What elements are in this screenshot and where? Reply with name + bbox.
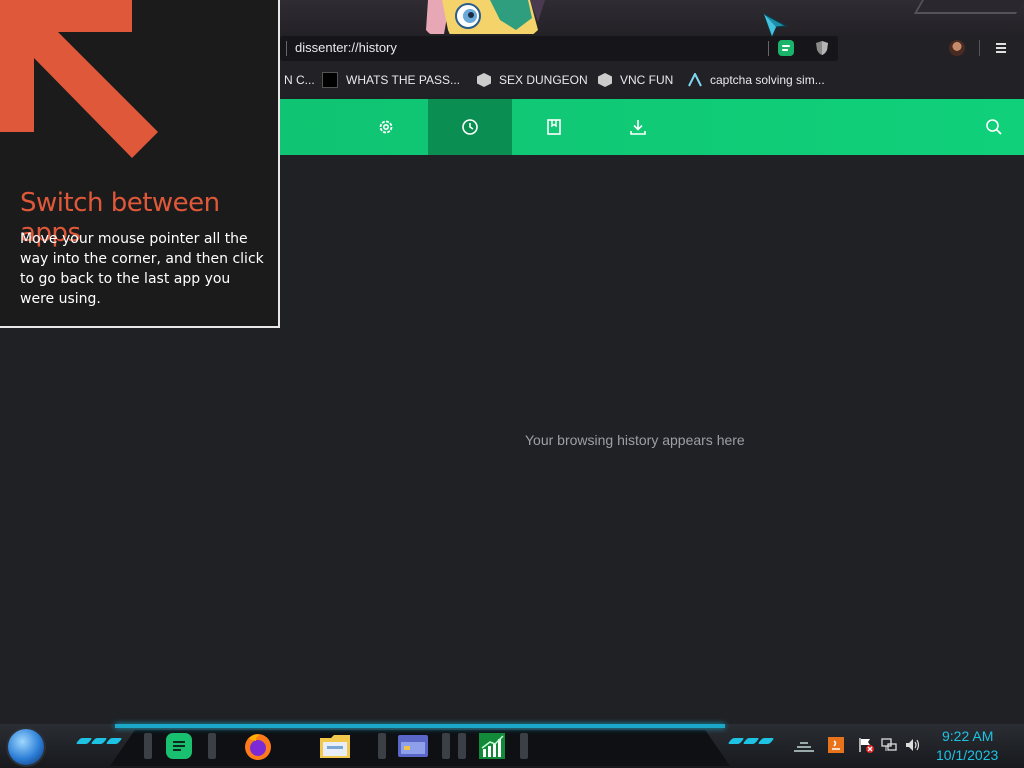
bookmark-label: captcha solving sim... [710, 73, 825, 87]
omnibox-divider [286, 41, 287, 56]
omnibox-divider [768, 41, 769, 56]
bookmark-book-icon [547, 119, 561, 135]
tip-body: Move your mouse pointer all the way into… [20, 231, 264, 307]
show-hidden-icons-icon[interactable] [792, 737, 816, 753]
taskbar-slot-divider [458, 733, 466, 759]
taskbar-slot-divider [144, 733, 152, 759]
stock-chart-icon[interactable] [476, 730, 508, 762]
bookmark-item[interactable]: N C... [284, 64, 315, 96]
taskbar-slot-divider [378, 733, 386, 759]
volume-icon[interactable] [905, 737, 921, 753]
bookmark-item[interactable]: WHATS THE PASS... [322, 64, 460, 96]
bookmark-label: SEX DUNGEON [499, 73, 588, 87]
chevron-decoration [727, 738, 775, 744]
history-button[interactable] [428, 99, 512, 155]
taskbar-slot-divider [520, 733, 528, 759]
address-bar[interactable]: dissenter://history [280, 36, 838, 61]
bookmark-label: VNC FUN [620, 73, 674, 87]
firefox-icon[interactable] [242, 730, 274, 762]
bookmarks-button[interactable] [512, 99, 596, 155]
switch-apps-tip-overlay: Switch between apps Move your mouse poin… [0, 0, 280, 328]
bookmark-label: N C... [284, 73, 315, 87]
url-text[interactable]: dissenter://history [295, 40, 397, 55]
mouse-cursor-icon [762, 12, 788, 38]
file-explorer-icon[interactable] [319, 730, 351, 762]
taskbar-slot-divider [208, 733, 216, 759]
settings-gear-icon [379, 120, 393, 134]
arrow-up-left-icon [0, 0, 158, 158]
profile-avatar[interactable] [949, 40, 965, 56]
dark-square-icon [322, 72, 338, 88]
taskbar-slot-divider [442, 733, 450, 759]
window-corner-decoration [913, 0, 1024, 14]
cube-icon [598, 73, 612, 87]
download-icon [630, 120, 646, 135]
menu-icon[interactable] [994, 41, 1008, 55]
bookmark-item[interactable]: SEX DUNGEON [477, 64, 588, 96]
settings-button[interactable] [344, 99, 428, 155]
taskbar-glow-strip [115, 724, 725, 728]
clock-time[interactable]: 9:22 AM [942, 728, 993, 744]
chat-app-icon[interactable] [163, 730, 195, 762]
toolbar-divider [979, 40, 980, 56]
empty-history-message: Your browsing history appears here [525, 432, 745, 448]
bookmark-item[interactable]: captcha solving sim... [688, 64, 825, 96]
java-update-icon[interactable] [828, 737, 844, 753]
history-clock-icon [462, 119, 478, 135]
clock-date[interactable]: 10/1/2023 [936, 747, 998, 763]
search-button[interactable] [972, 99, 1016, 155]
downloads-button[interactable] [596, 99, 680, 155]
window-app-icon[interactable] [397, 730, 429, 762]
start-button[interactable] [8, 729, 44, 765]
bookmark-label: WHATS THE PASS... [346, 73, 461, 87]
chevron-decoration [75, 738, 123, 744]
search-icon [986, 119, 1002, 135]
shield-icon[interactable] [814, 40, 830, 56]
dissenter-comment-icon[interactable] [778, 40, 794, 56]
action-center-flag-icon[interactable] [858, 737, 874, 753]
network-icon[interactable] [881, 737, 897, 753]
caret-logo-icon [688, 73, 702, 87]
cube-icon [477, 73, 491, 87]
bookmark-item[interactable]: VNC FUN [598, 64, 673, 96]
